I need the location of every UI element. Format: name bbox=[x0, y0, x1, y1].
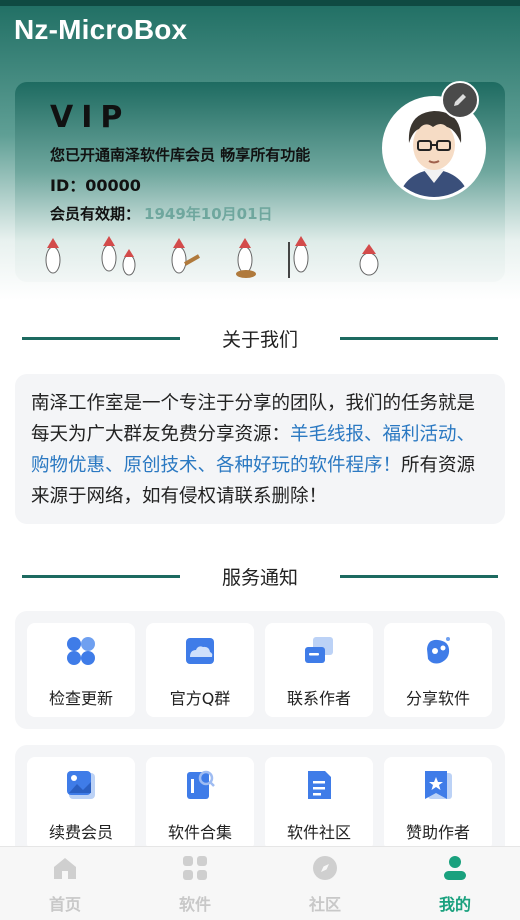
share-icon bbox=[427, 637, 450, 664]
tab-label: 软件 bbox=[178, 895, 211, 914]
official-qq-group-button[interactable]: 官方Q群 bbox=[146, 623, 254, 717]
mascot-strip bbox=[39, 230, 379, 282]
about-heading-text: 关于我们 bbox=[221, 328, 298, 351]
app-title: Nz-MicroBox bbox=[14, 14, 188, 45]
user-icon bbox=[444, 856, 466, 880]
contact-author-button[interactable]: 联系作者 bbox=[265, 623, 373, 717]
search-doc-icon bbox=[187, 770, 215, 799]
service-label: 官方Q群 bbox=[169, 689, 231, 708]
software-community-button[interactable]: 软件社区 bbox=[265, 757, 373, 851]
star-bookmark-icon bbox=[425, 771, 452, 799]
divider-line bbox=[340, 575, 498, 578]
tab-label: 首页 bbox=[48, 895, 81, 914]
service-label: 联系作者 bbox=[286, 689, 351, 708]
edit-avatar-button[interactable] bbox=[441, 81, 479, 119]
tab-mine[interactable]: 我的 bbox=[390, 847, 520, 920]
status-strip bbox=[0, 0, 520, 6]
divider-line bbox=[22, 337, 180, 340]
about-card: 南泽工作室是一个专注于分享的团队，我们的任务就是每天为广大群友免费分享资源：羊毛… bbox=[15, 374, 505, 524]
vip-card: VIP 您已开通南泽软件库会员 畅享所有功能 ID：00000 会员有效期： 19… bbox=[15, 82, 505, 282]
service-label: 分享软件 bbox=[405, 689, 470, 708]
compass-icon bbox=[313, 856, 337, 880]
home-icon bbox=[54, 858, 76, 879]
about-heading: 关于我们 bbox=[0, 323, 520, 353]
tab-label: 社区 bbox=[308, 895, 341, 914]
tab-community[interactable]: 社区 bbox=[260, 847, 390, 920]
services-heading: 服务通知 bbox=[0, 561, 520, 591]
services-panel-1: 检查更新 官方Q群 联系作者 分享软件 bbox=[15, 611, 505, 729]
cloud-image-icon bbox=[186, 638, 214, 664]
divider-line bbox=[340, 337, 498, 340]
share-software-button[interactable]: 分享软件 bbox=[384, 623, 492, 717]
software-collection-button[interactable]: 软件合集 bbox=[146, 757, 254, 851]
service-label: 检查更新 bbox=[48, 689, 113, 708]
service-label: 续费会员 bbox=[48, 823, 113, 842]
service-label: 软件社区 bbox=[286, 823, 351, 842]
document-icon bbox=[308, 771, 331, 799]
tab-label: 我的 bbox=[438, 895, 471, 914]
chat-icon bbox=[305, 637, 333, 663]
check-update-button[interactable]: 检查更新 bbox=[27, 623, 135, 717]
apps-icon bbox=[67, 637, 95, 665]
vip-title: VIP bbox=[50, 100, 131, 135]
grid-icon bbox=[183, 856, 207, 880]
vip-expiry: 会员有效期： 1949年10月01日 bbox=[50, 203, 273, 224]
sponsor-author-button[interactable]: 赞助作者 bbox=[384, 757, 492, 851]
tab-software[interactable]: 软件 bbox=[130, 847, 260, 920]
bottom-tab-bar: 首页 软件 社区 我的 bbox=[0, 846, 520, 920]
vip-id: ID：00000 bbox=[50, 176, 141, 195]
divider-line bbox=[22, 575, 180, 578]
picture-icon bbox=[67, 771, 95, 799]
vip-expiry-label: 会员有效期： bbox=[50, 205, 141, 223]
tab-home[interactable]: 首页 bbox=[0, 847, 130, 920]
service-label: 软件合集 bbox=[167, 823, 232, 842]
renew-membership-button[interactable]: 续费会员 bbox=[27, 757, 135, 851]
vip-subtitle: 您已开通南泽软件库会员 畅享所有功能 bbox=[50, 146, 311, 164]
vip-expiry-date: 1949年10月01日 bbox=[144, 205, 273, 223]
services-heading-text: 服务通知 bbox=[221, 566, 298, 589]
service-label: 赞助作者 bbox=[405, 823, 470, 842]
pencil-icon bbox=[454, 94, 466, 106]
